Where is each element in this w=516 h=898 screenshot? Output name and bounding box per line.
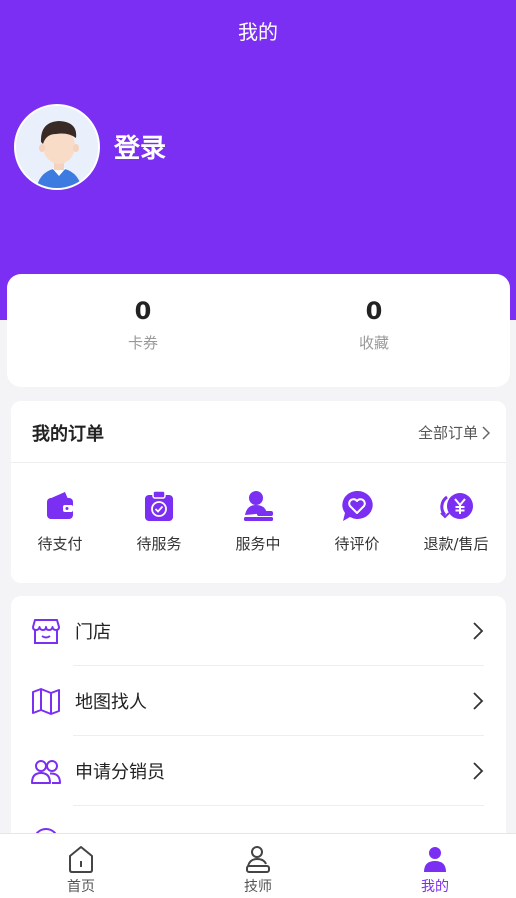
favorites-label: 收藏 <box>358 334 389 352</box>
favorites-stat[interactable]: 0 收藏 <box>304 296 444 353</box>
avatar[interactable] <box>14 104 100 190</box>
clipboard-check-icon <box>145 490 173 521</box>
store-icon <box>32 619 60 644</box>
orders-header: 我的订单 全部订单 <box>11 401 506 463</box>
refund-yen-icon <box>440 493 473 519</box>
home-icon <box>69 846 93 873</box>
tab-profile-label: 我的 <box>421 879 449 895</box>
chevron-right-icon <box>473 692 484 710</box>
menu-item-apply-distributor-label: 申请分销员 <box>75 762 165 783</box>
order-pending-review-label: 待评价 <box>334 535 380 553</box>
profile-icon <box>424 847 446 872</box>
order-refund-aftersale[interactable]: 退款/售后 <box>407 489 505 554</box>
tab-profile[interactable]: 我的 <box>375 844 495 896</box>
coupons-label: 卡券 <box>127 334 158 352</box>
menu-card: 门店 地图找人 申请分销员 <box>11 596 506 856</box>
coupons-count: 0 <box>134 297 152 325</box>
menu-item-store[interactable]: 门店 <box>11 596 506 666</box>
chevron-right-icon <box>473 762 484 780</box>
menu-item-apply-distributor[interactable]: 申请分销员 <box>11 736 506 806</box>
tab-technician-label: 技师 <box>244 879 272 895</box>
profile-header: 我的 登录 <box>0 0 516 320</box>
map-icon <box>32 688 60 715</box>
login-link[interactable]: 登录 <box>114 128 166 165</box>
bottom-tab-bar: 首页 技师 我的 <box>0 833 516 898</box>
heart-chat-icon <box>342 490 373 521</box>
orders-title: 我的订单 <box>32 424 104 445</box>
chevron-right-icon <box>482 425 490 440</box>
tab-technician[interactable]: 技师 <box>198 844 318 896</box>
order-in-service[interactable]: 服务中 <box>209 489 307 554</box>
technician-icon <box>246 846 270 873</box>
chevron-right-icon <box>473 622 484 640</box>
my-orders-card: 我的订单 全部订单 待支付 待服务 服务中 待评价 退款/售后 <box>11 401 506 583</box>
order-in-service-label: 服务中 <box>235 535 281 553</box>
menu-item-map-search[interactable]: 地图找人 <box>11 666 506 736</box>
order-pending-service-label: 待服务 <box>136 535 182 553</box>
favorites-count: 0 <box>365 297 383 325</box>
avatar-illustration-icon <box>16 106 98 188</box>
menu-item-store-label: 门店 <box>75 622 111 643</box>
tab-home-label: 首页 <box>67 879 95 895</box>
all-orders-link[interactable]: 全部订单 <box>418 422 490 443</box>
order-refund-aftersale-label: 退款/售后 <box>423 535 489 553</box>
coupons-stat[interactable]: 0 卡券 <box>73 296 213 353</box>
order-pending-payment[interactable]: 待支付 <box>11 489 109 554</box>
users-icon <box>31 760 61 784</box>
page-title: 我的 <box>238 20 278 44</box>
order-pending-review[interactable]: 待评价 <box>308 489 406 554</box>
menu-item-map-search-label: 地图找人 <box>75 692 147 713</box>
tab-home[interactable]: 首页 <box>21 844 141 896</box>
wallet-icon <box>47 492 73 519</box>
stats-card: 0 卡券 0 收藏 <box>7 274 510 387</box>
order-pending-service[interactable]: 待服务 <box>110 489 208 554</box>
order-pending-payment-label: 待支付 <box>37 535 83 553</box>
person-service-icon <box>244 491 273 521</box>
all-orders-label: 全部订单 <box>417 424 478 442</box>
